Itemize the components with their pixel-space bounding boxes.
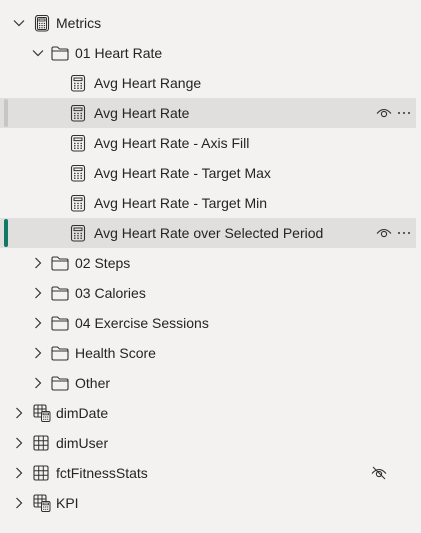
measure-item[interactable]: Avg Heart Rate - Target Max (0, 158, 416, 188)
eye-icon[interactable] (376, 225, 392, 241)
calculator-folder-icon (34, 15, 50, 32)
calculator-icon (70, 75, 86, 92)
chevron-down-icon[interactable] (31, 46, 45, 60)
table-label: dimUser (56, 435, 109, 451)
folder-icon (51, 316, 69, 332)
tree-node-metrics[interactable]: Metrics (0, 8, 416, 38)
tree-node-02-steps[interactable]: 02 Steps (0, 248, 416, 278)
tree-node-label: Metrics (56, 15, 102, 31)
measure-item-active[interactable]: Avg Heart Rate over Selected Period (0, 218, 416, 248)
measure-label: Avg Heart Rate over Selected Period (94, 225, 324, 241)
chevron-right-icon[interactable] (31, 316, 45, 330)
table-label: fctFitnessStats (56, 465, 148, 481)
table-node-dimdate[interactable]: dimDate (0, 398, 416, 428)
folder-icon (51, 286, 69, 302)
calculator-icon (70, 135, 86, 152)
table-node-fctfitnessstats[interactable]: fctFitnessStats (0, 458, 416, 488)
measure-label: Avg Heart Rate - Target Min (94, 195, 268, 211)
folder-icon (51, 256, 69, 272)
measure-label: Avg Heart Rate - Target Max (94, 165, 271, 181)
more-options-icon[interactable] (396, 105, 412, 121)
tree-node-label: Other (75, 375, 111, 391)
eye-icon[interactable] (376, 105, 392, 121)
measure-item[interactable]: Avg Heart Rate - Target Min (0, 188, 416, 218)
folder-icon (51, 46, 69, 62)
tree-node-other[interactable]: Other (0, 368, 416, 398)
tree-node-label: 02 Steps (75, 255, 131, 271)
measure-label: Avg Heart Range (94, 75, 202, 91)
folder-icon (51, 346, 69, 362)
chevron-right-icon[interactable] (31, 346, 45, 360)
chevron-right-icon[interactable] (12, 406, 26, 420)
table-node-dimuser[interactable]: dimUser (0, 428, 416, 458)
table-label: dimDate (56, 405, 109, 421)
calculator-icon (70, 195, 86, 212)
tree-node-label: 04 Exercise Sessions (75, 315, 209, 331)
measure-label: Avg Heart Rate (94, 105, 190, 121)
table-label: KPI (56, 495, 79, 511)
tree-node-label: Health Score (75, 345, 156, 361)
calculated-table-icon (33, 494, 51, 512)
calculator-icon (70, 225, 86, 242)
tree-node-03-calories[interactable]: 03 Calories (0, 278, 416, 308)
tree-node-label: 01 Heart Rate (75, 45, 163, 61)
measure-item[interactable]: Avg Heart Rate - Axis Fill (0, 128, 416, 158)
chevron-right-icon[interactable] (12, 496, 26, 510)
chevron-down-icon[interactable] (12, 16, 26, 30)
calculator-icon (70, 105, 86, 122)
calculator-icon (70, 165, 86, 182)
hover-indicator (4, 99, 8, 127)
fields-tree: Metrics 01 Heart Rate Avg Heart Range Av… (0, 0, 421, 533)
active-indicator (4, 219, 8, 247)
table-node-kpi[interactable]: KPI (0, 488, 416, 518)
chevron-right-icon[interactable] (31, 286, 45, 300)
chevron-right-icon[interactable] (31, 376, 45, 390)
table-icon (33, 435, 49, 451)
tree-node-01-heart-rate[interactable]: 01 Heart Rate (0, 38, 416, 68)
more-options-icon[interactable] (396, 225, 412, 241)
hidden-eye-icon[interactable] (371, 465, 387, 481)
table-icon (33, 465, 49, 481)
measure-item[interactable]: Avg Heart Rate (0, 98, 416, 128)
chevron-right-icon[interactable] (31, 256, 45, 270)
chevron-right-icon[interactable] (12, 436, 26, 450)
measure-label: Avg Heart Rate - Axis Fill (94, 135, 250, 151)
chevron-right-icon[interactable] (12, 466, 26, 480)
measure-item[interactable]: Avg Heart Range (0, 68, 416, 98)
tree-node-label: 03 Calories (75, 285, 146, 301)
tree-node-health-score[interactable]: Health Score (0, 338, 416, 368)
calculated-table-icon (33, 404, 51, 422)
folder-icon (51, 376, 69, 392)
tree-node-04-exercise-sessions[interactable]: 04 Exercise Sessions (0, 308, 416, 338)
